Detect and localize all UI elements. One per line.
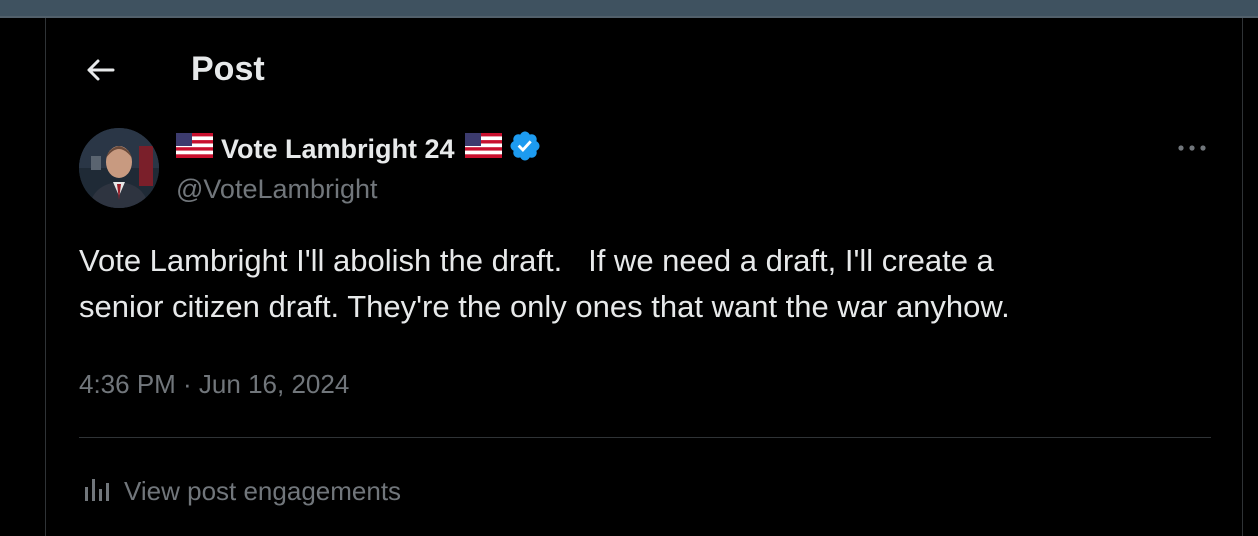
verified-badge-icon[interactable] — [508, 129, 542, 170]
author-display-name[interactable]: Vote Lambright 24 — [221, 134, 455, 165]
analytics-bars-icon — [83, 475, 111, 508]
more-options-icon — [1178, 145, 1206, 151]
view-engagements-label[interactable]: View post engagements — [124, 476, 401, 507]
avatar[interactable] — [79, 128, 159, 208]
us-flag-icon — [464, 133, 502, 165]
post-timestamp[interactable]: 4:36 PM · Jun 16, 2024 — [79, 366, 349, 402]
back-button[interactable] — [82, 54, 118, 86]
back-arrow-icon — [87, 59, 115, 81]
us-flag-icon — [176, 133, 213, 165]
author-handle[interactable]: @VoteLambright — [176, 172, 378, 206]
view-engagements-button[interactable]: View post engagements — [79, 472, 401, 510]
author-name-row[interactable]: Vote Lambright 24 — [176, 129, 542, 170]
avatar-photo — [79, 128, 159, 208]
browser-top-bar — [0, 0, 1258, 18]
divider — [79, 437, 1211, 438]
post-text: Vote Lambright I'll abolish the draft. I… — [79, 243, 1010, 324]
page-title: Post — [191, 50, 265, 88]
more-options-button[interactable] — [1174, 136, 1210, 160]
